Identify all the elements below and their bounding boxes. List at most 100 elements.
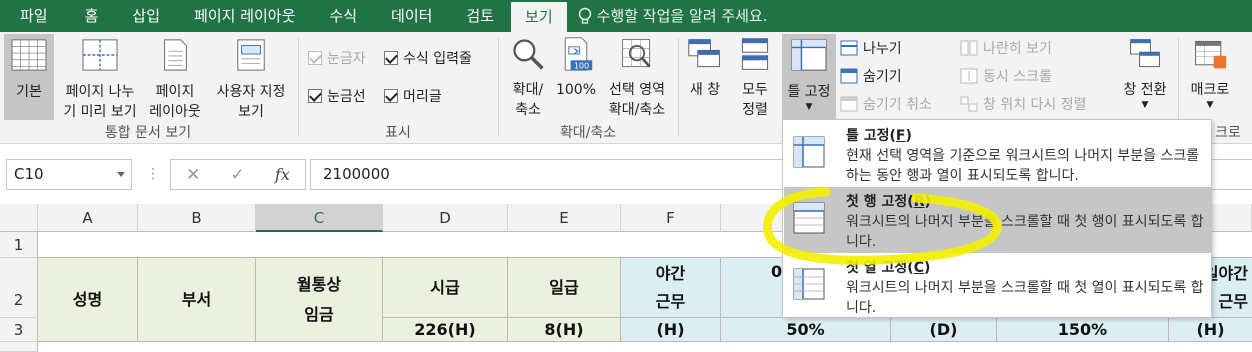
column-header-f[interactable]: F <box>621 204 721 232</box>
cell-h3[interactable]: (D) <box>891 318 997 342</box>
column-header-b[interactable]: B <box>138 204 256 232</box>
ruler-label: 눈금자 <box>327 51 366 67</box>
new-window-icon <box>688 39 720 68</box>
chevron-down-icon[interactable] <box>117 172 125 177</box>
split-button[interactable]: 나누기 <box>840 38 902 58</box>
menu-item-description: 워크시트의 나머지 부분을 스크롤할 때 첫 열이 표시되도록 합니다. <box>846 280 1204 316</box>
tab-home[interactable]: 홈 <box>68 0 116 32</box>
page-layout-view-button[interactable]: 페이지 레이아웃 <box>144 34 206 122</box>
menu-item-description: 워크시트의 나머지 부분을 스크롤할 때 첫 행이 표시되도록 합니다. <box>846 214 1204 250</box>
headings-checkbox[interactable]: 머리글 <box>384 86 442 106</box>
menu-item-freeze-panes[interactable]: 틀 고정(F) 현재 선택 영역을 기준으로 워크시트의 나머지 부분을 스크롤… <box>784 121 1212 187</box>
page-break-label-2: 기 미리 보기 <box>63 104 137 120</box>
side-by-side-icon <box>960 40 978 56</box>
new-window-button[interactable]: 새 창 <box>682 34 728 100</box>
cell-i3[interactable]: 150% <box>997 318 1169 342</box>
enter-check-icon[interactable]: ✓ <box>231 165 245 185</box>
row-header-4[interactable] <box>0 342 38 352</box>
column-header-c[interactable]: C <box>256 204 383 232</box>
select-all-corner[interactable] <box>0 204 38 232</box>
tell-me-box[interactable]: 수행할 작업을 알려 주세요. <box>567 0 768 32</box>
chevron-down-icon: ▼ <box>805 102 813 112</box>
normal-view-label: 기본 <box>16 84 42 100</box>
cell-f3-text: (H) <box>656 319 685 339</box>
cell-e2-text: 일급 <box>549 277 579 297</box>
switch-windows-label: 창 전환 <box>1123 82 1167 98</box>
menu-item-freeze-first-column[interactable]: 첫 열 고정(C) 워크시트의 나머지 부분을 스크롤할 때 첫 열이 표시되도… <box>784 253 1212 319</box>
zoom-selection-label-2: 확대/축소 <box>608 102 666 118</box>
synchronous-scrolling-button[interactable]: 동시 스크롤 <box>960 66 1052 86</box>
menu-item-freeze-top-row[interactable]: 첫 행 고정(R) 워크시트의 나머지 부분을 스크롤할 때 첫 행이 표시되도… <box>784 187 1212 253</box>
cell-g3-text: 50% <box>786 319 825 339</box>
page-break-preview-button[interactable]: 페이지 나누 기 미리 보기 <box>58 34 142 122</box>
zoom-to-selection-button[interactable]: 선택 영역 확대/축소 <box>600 34 674 120</box>
macro-icon <box>1195 40 1227 69</box>
zoom-label-2: 축소 <box>515 102 541 118</box>
switch-windows-button[interactable]: 창 전환 ▼ <box>1116 34 1174 110</box>
cell-d2[interactable]: 시급 <box>383 258 508 318</box>
cell-c2[interactable]: 월통상 임금 <box>256 258 383 342</box>
new-window-label: 새 창 <box>689 82 721 98</box>
cell-e2[interactable]: 일급 <box>508 258 621 318</box>
tab-file[interactable]: 파일 <box>0 0 68 32</box>
tab-view[interactable]: 보기 <box>511 2 567 32</box>
gridlines-checkbox[interactable]: 눈금선 <box>308 86 366 106</box>
ruler-checkbox[interactable]: 눈금자 <box>308 48 366 68</box>
tell-me-text: 수행할 작업을 알려 주세요. <box>596 7 768 25</box>
hide-window-icon <box>840 68 858 84</box>
menu-item-description: 현재 선택 영역을 기준으로 워크시트의 나머지 부분을 스크롤하는 동안 행과… <box>846 148 1200 184</box>
cell-g3[interactable]: 50% <box>721 318 891 342</box>
cell-j3[interactable]: (H) <box>1169 318 1252 342</box>
ruler-check-box <box>308 51 322 65</box>
tab-review[interactable]: 검토 <box>449 0 511 32</box>
cell-j3-text: (H) <box>1196 319 1225 339</box>
sync-scroll-label: 동시 스크롤 <box>983 69 1052 85</box>
cell-f3[interactable]: (H) <box>621 318 721 342</box>
insert-function-icon[interactable]: fx <box>275 165 290 184</box>
workbook-views-group-label: 통합 문서 보기 <box>104 125 192 141</box>
freeze-panes-button[interactable]: 틀 고정 ▼ <box>782 34 836 120</box>
row-header-2[interactable]: 2 <box>0 258 38 318</box>
cell-b2[interactable]: 부서 <box>138 258 256 342</box>
name-box[interactable]: C10 <box>6 159 132 190</box>
name-box-value: C10 <box>14 165 44 183</box>
hide-button[interactable]: 숨기기 <box>840 66 902 86</box>
arrange-all-button[interactable]: 모두 정렬 <box>732 34 778 120</box>
magnifier-icon <box>513 39 544 70</box>
custom-views-button[interactable]: 사용자 지정 보기 <box>208 34 294 122</box>
cancel-icon[interactable]: ✕ <box>186 165 200 185</box>
ribbon-tab-bar: 파일 홈 삽입 페이지 레이아웃 수식 데이터 검토 보기 수행할 작업을 알려… <box>0 0 1252 32</box>
row-header-3[interactable]: 3 <box>0 318 38 342</box>
tab-insert[interactable]: 삽입 <box>115 0 177 32</box>
tab-formulas[interactable]: 수식 <box>312 0 374 32</box>
zoom-button[interactable]: 확대/ 축소 <box>502 34 554 120</box>
cell-d3[interactable]: 226(H) <box>383 318 508 342</box>
cell-j2-text-2: 근무 <box>1218 291 1248 311</box>
cell-c2-text-1: 월통상 <box>296 274 342 294</box>
headings-check-box <box>384 89 398 103</box>
reset-window-position-button[interactable]: 창 위치 다시 정렬 <box>960 94 1087 114</box>
column-header-d[interactable]: D <box>383 204 508 232</box>
column-header-a[interactable]: A <box>38 204 138 232</box>
cell-f2-text-1: 야간 <box>655 263 686 283</box>
view-side-by-side-button[interactable]: 나란히 보기 <box>960 38 1052 58</box>
resize-handle-icon[interactable]: ⋮ <box>146 166 160 182</box>
row-header-1[interactable]: 1 <box>0 232 38 258</box>
page-layout-icon <box>164 39 187 71</box>
cell-e3[interactable]: 8(H) <box>508 318 621 342</box>
zoom-100-label: 100% <box>555 82 597 98</box>
macros-button[interactable]: 매크로 ▼ <box>1182 34 1238 110</box>
unhide-window-icon <box>840 96 858 112</box>
headings-label: 머리글 <box>403 89 442 105</box>
tab-data[interactable]: 데이터 <box>374 0 449 32</box>
unhide-button[interactable]: 숨기기 취소 <box>840 94 932 114</box>
cell-f2[interactable]: 야간 근무 <box>621 258 721 318</box>
split-label: 나누기 <box>863 41 902 57</box>
cell-a2[interactable]: 성명 <box>38 258 138 342</box>
formula-bar-checkbox[interactable]: 수식 입력줄 <box>384 48 472 68</box>
column-header-e[interactable]: E <box>508 204 621 232</box>
normal-view-button[interactable]: 기본 <box>4 34 54 120</box>
tab-page-layout[interactable]: 페이지 레이아웃 <box>177 0 312 32</box>
zoom-100-button[interactable]: 100 100% <box>554 34 598 100</box>
cell-c2-text-2: 임금 <box>304 304 334 324</box>
